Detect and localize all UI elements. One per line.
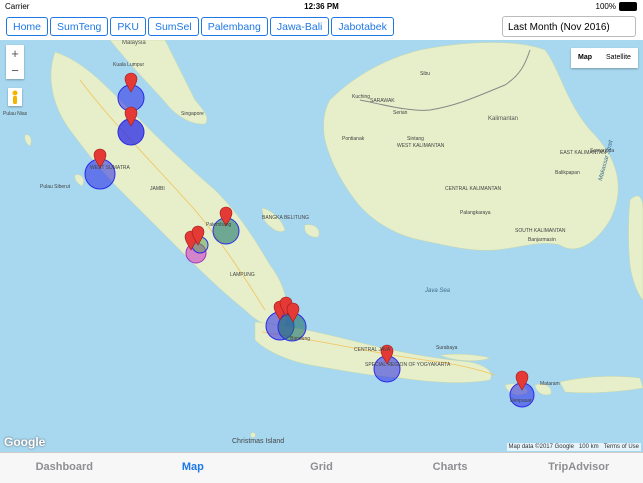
land-sulawesi <box>629 196 643 300</box>
label-mataram: Mataram <box>540 381 560 387</box>
label-west-sumatra: WEST SUMATRA <box>90 165 130 171</box>
label-palangkaraya: Palangkaraya <box>460 210 491 216</box>
label-lampung: LAMPUNG <box>230 272 255 278</box>
land-belitung <box>305 225 319 237</box>
label-denpasar: Denpasar <box>510 398 532 404</box>
label-palembang: Palembang <box>206 222 231 228</box>
google-logo: Google <box>4 435 45 449</box>
label-kuching: Kuching <box>352 94 370 100</box>
label-surabaya: Surabaya <box>436 345 457 351</box>
region-tabs: Home SumTeng PKU SumSel Palembang Jawa-B… <box>6 17 394 36</box>
region-tab-pku[interactable]: PKU <box>110 17 146 36</box>
tab-grid[interactable]: Grid <box>257 453 386 483</box>
label-pontianak: Pontianak <box>342 136 364 142</box>
map-type-map[interactable]: Map <box>571 48 599 68</box>
land-sumbawa <box>560 376 643 392</box>
label-pulau-siberut: Pulau Siberut <box>40 184 70 190</box>
label-bandung: Bandung <box>290 336 310 342</box>
label-jambi: JAMBI <box>150 186 165 192</box>
battery-percent: 100% <box>596 2 616 11</box>
map-attribution: Map data ©2017 Google 100 km Terms of Us… <box>507 443 642 451</box>
zoom-control: + − <box>6 45 24 79</box>
map-type-satellite[interactable]: Satellite <box>599 48 638 68</box>
region-tab-palembang[interactable]: Palembang <box>201 17 268 36</box>
region-tab-jabotabek[interactable]: Jabotabek <box>331 17 393 36</box>
label-south-kalimantan: SOUTH KALIMANTAN <box>515 228 565 234</box>
tab-charts[interactable]: Charts <box>386 453 515 483</box>
label-yogyakarta: SPECIAL REGION OF YOGYAKARTA <box>365 362 450 368</box>
region-tab-sumsel[interactable]: SumSel <box>148 17 199 36</box>
battery-indicator: 100% <box>596 2 637 11</box>
label-java-sea: Java Sea <box>425 288 450 294</box>
land-nias <box>25 135 31 146</box>
tab-dashboard[interactable]: Dashboard <box>0 453 129 483</box>
label-pulau-nias: Pulau Nias <box>3 111 27 117</box>
map-view[interactable]: Malaysia Kuala Lumpur Singapore Pulau Ni… <box>0 40 643 452</box>
label-serian: Serian <box>393 110 407 116</box>
label-banjarmasin: Banjarmasin <box>528 237 556 243</box>
map-scale: 100 km <box>579 444 599 450</box>
land-christmas-island <box>251 433 256 438</box>
region-tab-home[interactable]: Home <box>6 17 48 36</box>
region-tab-jawa-bali[interactable]: Jawa-Bali <box>270 17 330 36</box>
label-central-java: CENTRAL JAVA <box>354 347 390 353</box>
label-sarawak: SARAWAK <box>370 98 395 104</box>
map-canvas[interactable] <box>0 40 643 452</box>
label-sibu: Sibu <box>420 71 430 77</box>
label-west-kalimantan: WEST KALIMANTAN <box>397 143 444 149</box>
label-christmas-island: Christmas Island <box>232 438 284 445</box>
terms-of-use-link[interactable]: Terms of Use <box>604 444 639 450</box>
tab-map[interactable]: Map <box>129 453 258 483</box>
land-borneo <box>324 43 619 251</box>
zoom-in-button[interactable]: + <box>6 45 24 62</box>
region-tab-sumteng[interactable]: SumTeng <box>50 17 108 36</box>
label-sintang: Sintang <box>407 136 424 142</box>
status-bar: Carrier 12:36 PM 100% <box>0 0 643 14</box>
map-type-control: Map Satellite <box>571 48 638 68</box>
tab-bar: Dashboard Map Grid Charts TripAdvisor <box>0 452 643 483</box>
map-data-credit: Map data ©2017 Google <box>509 444 574 450</box>
tab-tripadvisor[interactable]: TripAdvisor <box>514 453 643 483</box>
clock: 12:36 PM <box>0 2 643 11</box>
label-bangka: BANGKA BELITUNG <box>262 215 309 221</box>
battery-icon <box>619 2 637 11</box>
label-kuala-lumpur: Kuala Lumpur <box>113 62 144 68</box>
top-bar: Home SumTeng PKU SumSel Palembang Jawa-B… <box>0 14 643 40</box>
street-view-pegman-icon[interactable] <box>8 88 22 106</box>
zoom-out-button[interactable]: − <box>6 62 24 79</box>
label-singapore: Singapore <box>181 111 204 117</box>
land-siberut <box>75 175 84 186</box>
period-select[interactable]: Last Month (Nov 2016) <box>502 16 636 37</box>
label-balikpapan: Balikpapan <box>555 170 580 176</box>
label-kalimantan: Kalimantan <box>488 116 518 122</box>
label-malaysia: Malaysia <box>122 40 146 46</box>
label-central-kalimantan: CENTRAL KALIMANTAN <box>445 186 501 192</box>
